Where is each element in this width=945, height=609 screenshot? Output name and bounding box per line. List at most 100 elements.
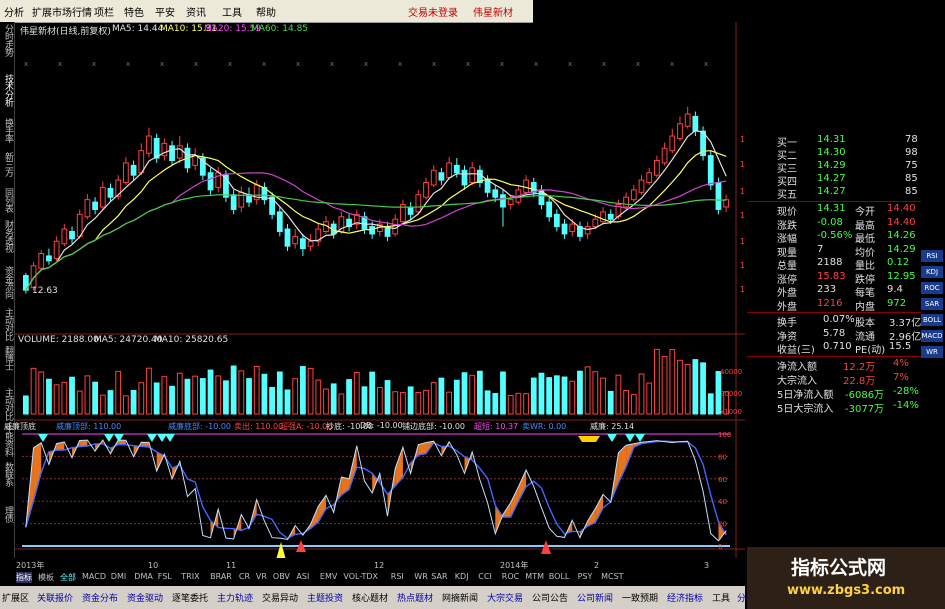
side-tag-macd[interactable]: MACD — [921, 330, 943, 342]
bottom-tab-2[interactable]: 资金分布 — [82, 591, 118, 604]
bottom-tab-4[interactable]: 逐笔委托 — [172, 591, 208, 604]
volume-bar — [561, 376, 568, 415]
left-tab-0[interactable]: 分时走势 — [1, 24, 13, 56]
volume-bar — [492, 393, 499, 415]
formula-tab-17[interactable]: SAR — [431, 572, 447, 581]
left-tab-2[interactable]: 换手率 — [1, 118, 13, 142]
volume-bar — [654, 348, 660, 415]
formula-tab-12[interactable]: ASI — [296, 572, 309, 581]
side-tag-kdj[interactable]: KDJ — [921, 266, 943, 278]
formula-tab-6[interactable]: FSL — [158, 572, 172, 581]
quote-stat-row: 净资 5.78 流通 2.96亿 — [747, 328, 921, 343]
bottom-tab-8[interactable]: 核心题材 — [352, 591, 388, 604]
quote-divider — [747, 355, 921, 357]
formula-tab-3[interactable]: MACD — [82, 572, 106, 581]
side-tag-rsi[interactable]: RSI — [921, 250, 943, 262]
left-tab-6[interactable]: 资金流向 — [1, 266, 13, 298]
left-tab-8[interactable]: 翻博士 — [1, 346, 13, 370]
menu-item-2[interactable]: 项栏 — [94, 4, 114, 19]
menu-item-3[interactable]: 特色 — [124, 4, 144, 19]
volume-bar — [53, 384, 60, 415]
left-tab-1[interactable]: 技术分析 — [1, 74, 13, 106]
formula-tab-8[interactable]: BRAR — [210, 572, 232, 581]
menu-item-6[interactable]: 工具 — [222, 4, 242, 19]
left-tab-4[interactable]: 同列表 — [1, 188, 13, 212]
formula-tab-11[interactable]: OBV — [273, 572, 290, 581]
bottom-tab-14[interactable]: 一致预期 — [622, 591, 658, 604]
bottom-tab-0[interactable]: 扩展区 — [2, 591, 29, 604]
candle-body — [99, 186, 106, 208]
bottom-tab-5[interactable]: 主力轨迹 — [217, 591, 253, 604]
formula-tab-16[interactable]: WR — [414, 572, 427, 581]
left-tab-3[interactable]: 新三方 — [1, 152, 13, 176]
candle-body — [284, 228, 291, 247]
left-tab-12[interactable]: 理债 — [1, 506, 13, 522]
bottom-tab-12[interactable]: 公司公告 — [532, 591, 568, 604]
formula-tab-5[interactable]: DMA — [134, 572, 153, 581]
bottom-tab-11[interactable]: 大宗交易 — [487, 591, 523, 604]
formula-tab-20[interactable]: ROC — [502, 572, 519, 581]
formula-tab-4[interactable]: DMI — [111, 572, 126, 581]
formula-tab-9[interactable]: CR — [239, 572, 250, 581]
volume-bar — [38, 371, 45, 415]
formula-tab-15[interactable]: RSI — [391, 572, 404, 581]
bottom-tab-1[interactable]: 关联报价 — [37, 591, 73, 604]
tick-mark: x — [636, 60, 640, 68]
candle-body — [46, 255, 52, 262]
formula-tab-23[interactable]: PSY — [578, 572, 593, 581]
menu-item-5[interactable]: 资讯 — [186, 4, 206, 19]
low-price-label: 12.63 — [32, 286, 58, 296]
formula-tab-0[interactable]: 指标 — [16, 572, 32, 583]
formula-tab-22[interactable]: BOLL — [549, 572, 570, 581]
formula-tab-10[interactable]: VR — [256, 572, 267, 581]
bottom-tab-15[interactable]: 经济指标 — [667, 591, 703, 604]
candle-body — [630, 189, 637, 201]
bottom-tab-13[interactable]: 公司新闻 — [577, 591, 613, 604]
side-tag-roc[interactable]: ROC — [921, 282, 943, 294]
stat-label: 收益(三) — [777, 345, 815, 356]
menu-right-1[interactable]: 伟星新材 — [473, 4, 513, 19]
volume-bar — [523, 393, 529, 415]
formula-tab-21[interactable]: MTM — [525, 572, 544, 581]
quote-row: 涨幅 -0.56% 最低 14.26 — [747, 230, 921, 245]
wr-band — [510, 486, 519, 517]
quote-bid-row: 买五 14.27 85 — [747, 186, 921, 201]
volume-bar — [569, 380, 576, 415]
fund-flow-row: 大宗流入 22.8万 7% — [747, 372, 921, 387]
formula-tab-19[interactable]: CCI — [478, 572, 492, 581]
quote-row: 涨跌 -0.08 最高 14.40 — [747, 217, 921, 232]
formula-tab-14[interactable]: VOL-TDX — [343, 572, 378, 581]
menu-right-0[interactable]: 交易未登录 — [408, 4, 458, 19]
volume-bar — [677, 359, 683, 415]
price-axis: 14.95 15.00 14.55 14.25 14.00 13.65 13.00 — [740, 135, 745, 294]
left-tab-9[interactable]: 主动对比 — [1, 388, 13, 420]
left-tab-7[interactable]: 主动对比 — [1, 308, 13, 340]
candle-body — [107, 187, 114, 198]
menu-item-7[interactable]: 帮助 — [256, 4, 276, 19]
volume-bar — [323, 388, 329, 415]
side-tag-boll[interactable]: BOLL — [921, 314, 943, 326]
menu-item-0[interactable]: 分析 — [4, 4, 24, 19]
side-tag-sar[interactable]: SAR — [921, 298, 943, 310]
left-tab-11[interactable]: 数联系 — [1, 462, 13, 486]
top-signal-marker — [104, 434, 114, 442]
bottom-tab-6[interactable]: 交易异动 — [262, 591, 298, 604]
candle-body — [461, 169, 468, 186]
volume-bar — [600, 377, 606, 415]
candle-body — [523, 179, 529, 193]
bottom-tab-3[interactable]: 资金驱动 — [127, 591, 163, 604]
formula-tab-13[interactable]: EMV — [320, 572, 337, 581]
menu-item-1[interactable]: 扩展市场行情 — [32, 4, 92, 19]
formula-tab-18[interactable]: KDJ — [455, 572, 469, 581]
bottom-tab-7[interactable]: 主题投资 — [307, 591, 343, 604]
formula-tab-24[interactable]: MCST — [601, 572, 623, 581]
bottom-tab-16[interactable]: 工具 — [712, 591, 730, 604]
formula-tab-7[interactable]: TRIX — [181, 572, 199, 581]
menu-item-4[interactable]: 平安 — [155, 4, 175, 19]
left-tab-5[interactable]: 财务透视 — [1, 220, 13, 252]
bottom-tab-9[interactable]: 热点题材 — [397, 591, 433, 604]
bottom-tab-10[interactable]: 网摘新闻 — [442, 591, 478, 604]
formula-tab-1[interactable]: 模板 — [38, 572, 54, 583]
formula-tab-2[interactable]: 全部 — [60, 572, 76, 583]
side-tag-wr[interactable]: WR — [921, 346, 943, 358]
